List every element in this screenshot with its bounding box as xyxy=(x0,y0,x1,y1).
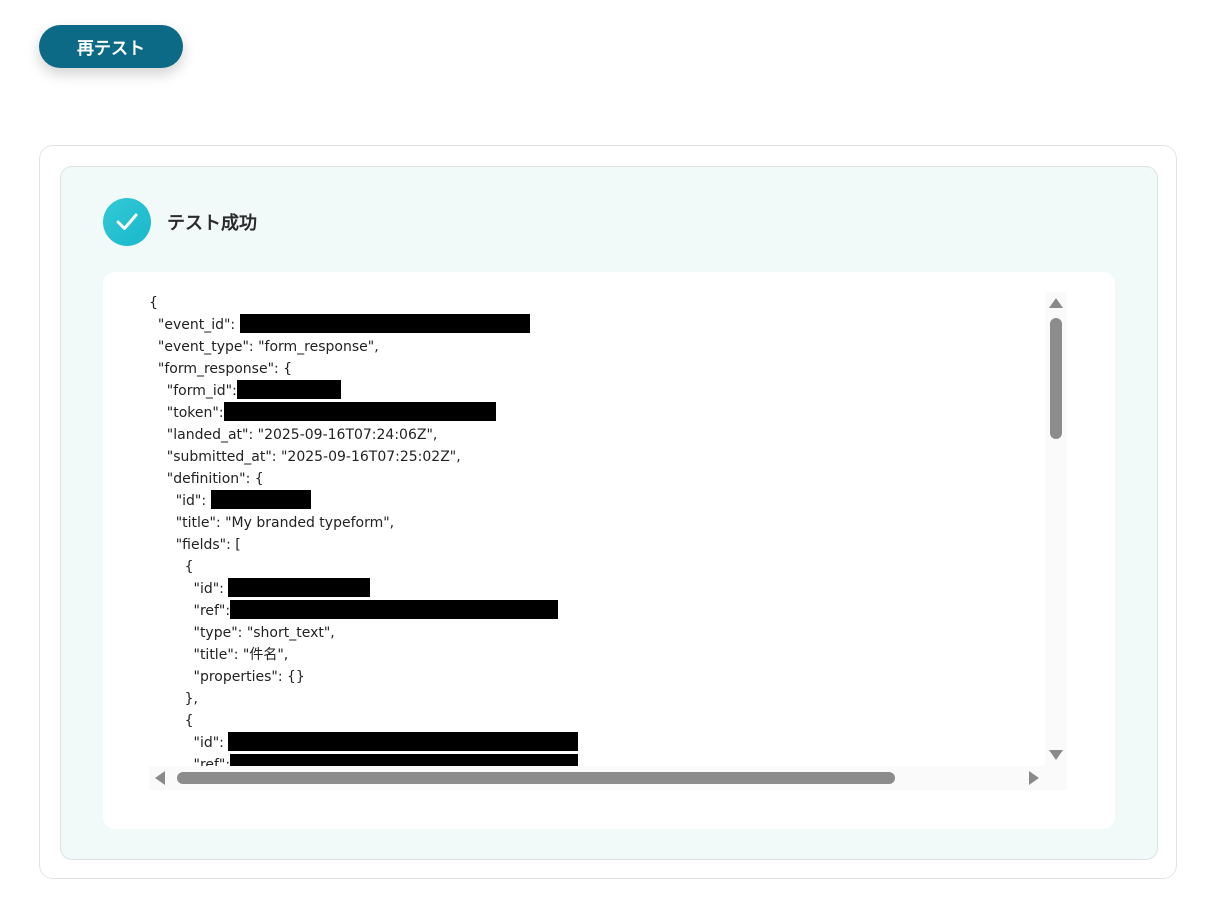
json-line-text: "ref": xyxy=(149,603,231,619)
status-row: テスト成功 xyxy=(103,197,257,247)
json-line-text: "title": "My branded typeform", xyxy=(149,515,395,531)
json-line: "form_id": xyxy=(149,380,1045,402)
json-line-text: }, xyxy=(149,691,198,707)
vertical-scrollbar[interactable] xyxy=(1045,292,1067,766)
json-code: { "event_id": "event_type": "form_respon… xyxy=(149,292,1045,766)
json-line: "event_type": "form_response", xyxy=(149,336,1045,358)
redacted-value xyxy=(239,314,530,333)
scroll-up-arrow-icon[interactable] xyxy=(1049,298,1063,308)
json-line-text: { xyxy=(149,559,194,575)
json-line-text: "id": xyxy=(149,493,211,509)
json-line: { xyxy=(149,556,1045,578)
horizontal-scroll-thumb[interactable] xyxy=(177,772,895,784)
horizontal-scrollbar[interactable] xyxy=(149,766,1045,790)
check-circle-icon xyxy=(103,198,151,246)
json-line-text: "token": xyxy=(149,405,224,421)
test-result-panel: テスト成功 { "event_id": "event_type": "form_… xyxy=(60,166,1158,860)
redacted-value xyxy=(228,578,371,597)
json-line: { xyxy=(149,710,1045,732)
json-line: "title": "My branded typeform", xyxy=(149,512,1045,534)
json-line: "token": xyxy=(149,402,1045,424)
vertical-scroll-thumb[interactable] xyxy=(1050,318,1062,439)
json-output-panel: { "event_id": "event_type": "form_respon… xyxy=(103,272,1115,829)
redacted-value xyxy=(223,402,496,421)
json-line-text: "type": "short_text", xyxy=(149,625,335,641)
json-line-text: "form_response": { xyxy=(149,361,293,377)
redacted-value xyxy=(228,732,579,751)
scrollbar-corner xyxy=(1045,766,1067,790)
json-line: "properties": {} xyxy=(149,666,1045,688)
redacted-value xyxy=(210,490,311,509)
json-line: "id": xyxy=(149,490,1045,512)
json-line-text: "fields": [ xyxy=(149,537,241,553)
json-line: "fields": [ xyxy=(149,534,1045,556)
json-line: "title": "件名", xyxy=(149,644,1045,666)
json-line-text: "submitted_at": "2025-09-16T07:25:02Z", xyxy=(149,449,461,465)
test-result-card: テスト成功 { "event_id": "event_type": "form_… xyxy=(39,145,1177,879)
json-line: "form_response": { xyxy=(149,358,1045,380)
json-line-text: "properties": {} xyxy=(149,669,305,685)
scroll-left-arrow-icon[interactable] xyxy=(155,771,165,785)
json-line-text: "event_type": "form_response", xyxy=(149,339,379,355)
json-line-text: "definition": { xyxy=(149,471,264,487)
json-line: "ref": xyxy=(149,600,1045,622)
json-line: { xyxy=(149,292,1045,314)
json-line-text: "ref": xyxy=(149,757,231,766)
redacted-value xyxy=(230,754,579,766)
json-line: "event_id": xyxy=(149,314,1045,336)
json-line: "submitted_at": "2025-09-16T07:25:02Z", xyxy=(149,446,1045,468)
redacted-value xyxy=(230,600,559,619)
json-line: "landed_at": "2025-09-16T07:24:06Z", xyxy=(149,424,1045,446)
json-line: "id": xyxy=(149,732,1045,754)
json-line-text: { xyxy=(149,713,194,729)
retest-button-label: 再テスト xyxy=(77,39,145,59)
json-line: "definition": { xyxy=(149,468,1045,490)
status-label: テスト成功 xyxy=(167,213,257,234)
scroll-right-arrow-icon[interactable] xyxy=(1029,771,1039,785)
json-line-text: "id": xyxy=(149,581,229,597)
redacted-value xyxy=(236,380,341,399)
json-line: "type": "short_text", xyxy=(149,622,1045,644)
json-line-text: "form_id": xyxy=(149,383,237,399)
json-line-text: "title": "件名", xyxy=(149,647,289,663)
scroll-down-arrow-icon[interactable] xyxy=(1049,750,1063,760)
json-line-text: { xyxy=(149,295,158,311)
json-line-text: "event_id": xyxy=(149,317,240,333)
json-line-text: "id": xyxy=(149,735,229,751)
json-viewport[interactable]: { "event_id": "event_type": "form_respon… xyxy=(149,292,1045,766)
json-line: "ref": xyxy=(149,754,1045,766)
json-line: }, xyxy=(149,688,1045,710)
retest-button[interactable]: 再テスト xyxy=(39,25,183,68)
json-line: "id": xyxy=(149,578,1045,600)
json-line-text: "landed_at": "2025-09-16T07:24:06Z", xyxy=(149,427,438,443)
